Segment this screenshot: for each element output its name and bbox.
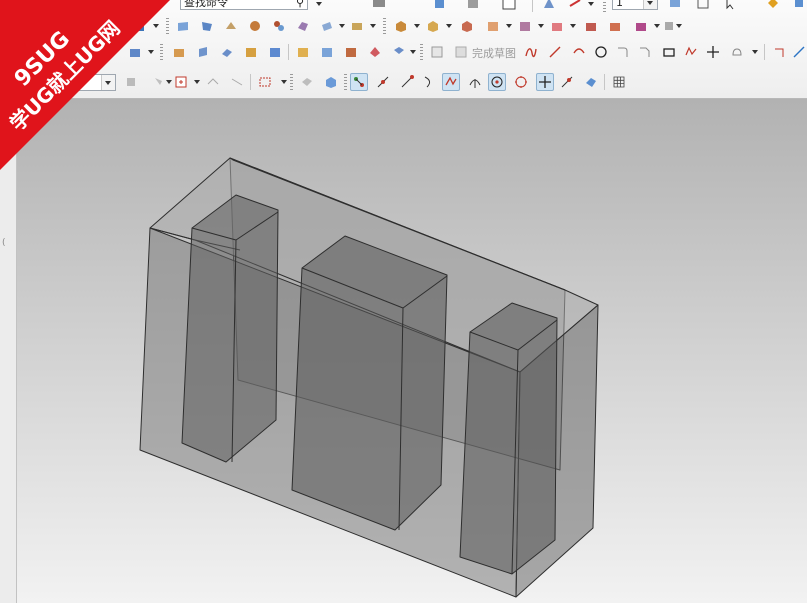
rectangle-icon[interactable] <box>660 43 678 61</box>
selection-filter-combo[interactable] <box>40 74 116 91</box>
resource-bar-marker: ( <box>2 238 6 248</box>
pattern-icon[interactable] <box>126 43 144 61</box>
toolbar-row-4 <box>0 70 807 94</box>
sketch-icon[interactable] <box>428 43 446 61</box>
rectangle-select-icon[interactable] <box>256 73 274 91</box>
offset-icon[interactable] <box>728 43 746 61</box>
datum-axis-icon[interactable] <box>318 43 336 61</box>
graphics-window[interactable] <box>17 99 807 603</box>
command-finder-dropdown-icon[interactable] <box>316 2 322 6</box>
blend-icon[interactable] <box>218 43 236 61</box>
shaded-edge-icon[interactable] <box>392 17 410 35</box>
point-icon[interactable] <box>704 43 722 61</box>
pocket-2 <box>291 235 448 531</box>
snap-quadrant-icon[interactable] <box>512 73 530 91</box>
resource-bar[interactable]: ( <box>0 98 17 603</box>
datum-csys-icon[interactable] <box>342 43 360 61</box>
cube-red-icon[interactable] <box>270 17 288 35</box>
selection-scope-icon[interactable] <box>122 73 140 91</box>
toolbar-row-2 <box>0 14 807 38</box>
point-set-icon[interactable] <box>366 43 384 61</box>
cube-cut-icon[interactable] <box>318 17 336 35</box>
layer-combo-value: 1 <box>616 0 623 9</box>
snap-line-icon[interactable] <box>398 73 416 91</box>
chamfer-curve-icon[interactable] <box>636 43 654 61</box>
snap-intersection-icon[interactable] <box>442 73 460 91</box>
box-blue-icon[interactable] <box>198 17 216 35</box>
box-icon[interactable] <box>500 0 518 12</box>
snap-face-icon[interactable] <box>582 73 600 91</box>
move-face-icon[interactable] <box>632 17 650 35</box>
snap-midpoint-icon[interactable] <box>374 73 392 91</box>
make-corner-icon[interactable] <box>770 43 788 61</box>
shell-icon[interactable] <box>194 43 212 61</box>
diamond-icon[interactable] <box>764 0 782 12</box>
finish-sketch-label[interactable]: 完成草图 <box>472 45 516 61</box>
circle-icon[interactable] <box>592 43 610 61</box>
datum-plane-icon[interactable] <box>294 43 312 61</box>
snap-point-icon[interactable] <box>536 73 554 91</box>
box-orange-icon[interactable] <box>174 17 192 35</box>
layer-combo[interactable]: 1 <box>612 0 658 10</box>
fit-view-icon[interactable] <box>130 17 148 35</box>
trim-body-icon[interactable] <box>516 17 534 35</box>
split-body-icon[interactable] <box>548 17 566 35</box>
gear-shape-icon[interactable] <box>246 17 264 35</box>
select-curve-icon[interactable] <box>204 73 222 91</box>
snap-center-icon[interactable] <box>488 73 506 91</box>
offset-face-icon[interactable] <box>582 17 600 35</box>
general-selection-icon[interactable] <box>172 73 190 91</box>
mirror-icon[interactable] <box>790 0 807 12</box>
cube-face-icon[interactable] <box>222 17 240 35</box>
snap-curve-icon[interactable] <box>420 73 438 91</box>
profile-icon[interactable] <box>522 43 540 61</box>
snap-view-icon[interactable] <box>370 0 388 12</box>
extrude-icon[interactable] <box>170 43 188 61</box>
snap-grid-icon[interactable] <box>610 73 628 91</box>
polygon-icon[interactable] <box>682 43 700 61</box>
revolve-icon[interactable] <box>566 0 584 12</box>
wire-block-icon[interactable] <box>464 0 482 12</box>
arc-icon[interactable] <box>570 43 588 61</box>
search-icon[interactable]: ⚲ <box>296 0 304 11</box>
command-finder[interactable]: 查找命令 ⚲ <box>180 0 308 10</box>
unite-icon[interactable] <box>484 17 502 35</box>
command-finder-text: 查找命令 <box>184 0 228 9</box>
finish-sketch-icon[interactable] <box>452 43 470 61</box>
model-view[interactable] <box>17 99 807 603</box>
scale-body-icon[interactable] <box>606 17 624 35</box>
fillet-icon[interactable] <box>614 43 632 61</box>
snap-arc-center-icon[interactable] <box>466 73 484 91</box>
select-solid-icon[interactable] <box>322 73 340 91</box>
rect-icon[interactable] <box>540 0 558 12</box>
line-icon[interactable] <box>546 43 564 61</box>
toolbar-row-3: 完成草图 <box>0 40 807 64</box>
trim-icon[interactable] <box>790 43 807 61</box>
select-body-icon[interactable] <box>228 73 246 91</box>
pocket-1 <box>181 194 279 463</box>
layer-icon[interactable] <box>666 0 684 12</box>
extrude-body-icon[interactable] <box>424 17 442 35</box>
shaded-icon[interactable] <box>348 17 366 35</box>
draft-icon[interactable] <box>266 43 284 61</box>
snap-on-curve-icon[interactable] <box>558 73 576 91</box>
toolbar-area: 查找命令 ⚲ 1 完成草图 <box>0 0 807 99</box>
box-pink-icon[interactable] <box>294 17 312 35</box>
view-style-icon[interactable] <box>430 0 448 12</box>
sheet-icon[interactable] <box>390 43 408 61</box>
subtract-icon[interactable] <box>458 17 476 35</box>
select-face-icon[interactable] <box>298 73 316 91</box>
grid-icon[interactable] <box>694 0 712 12</box>
arrow-icon[interactable] <box>722 0 740 12</box>
snap-endpoint-icon[interactable] <box>350 73 368 91</box>
chamfer-icon[interactable] <box>242 43 260 61</box>
pocket-3 <box>459 302 558 575</box>
